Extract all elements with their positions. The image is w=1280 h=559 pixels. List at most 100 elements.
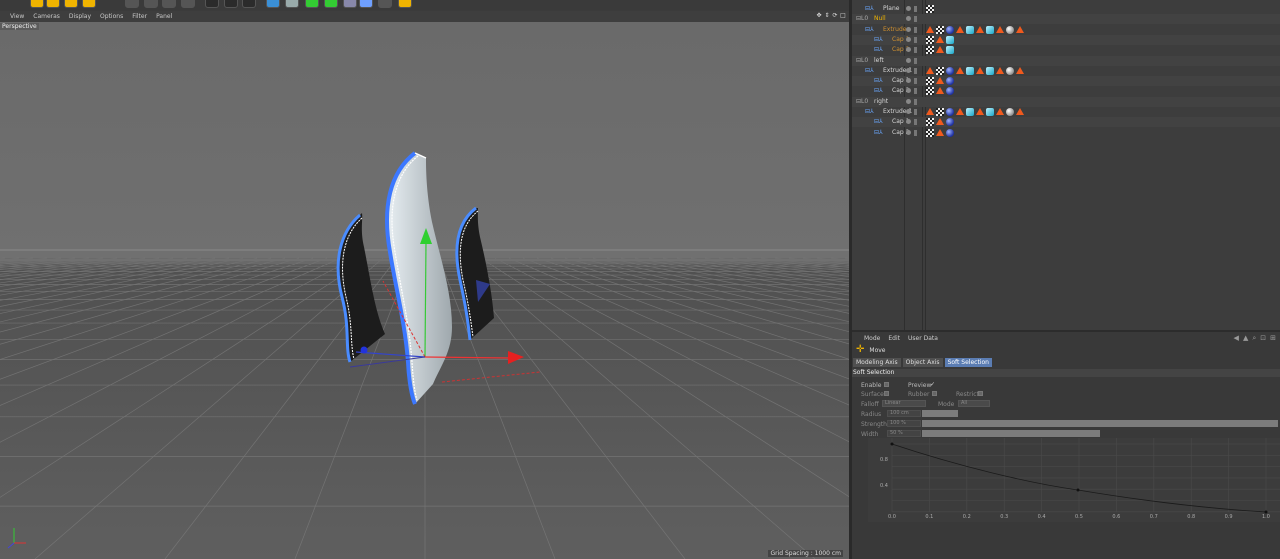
radius-slider[interactable] [922,410,958,417]
array-icon[interactable] [324,0,338,8]
tri-tag-icon[interactable] [1016,108,1024,115]
check-tag-icon[interactable] [926,87,934,96]
menu-mode[interactable]: Mode [864,335,880,344]
check-tag-icon[interactable] [936,108,944,116]
sph-tag-icon[interactable] [946,128,954,137]
sph-tag-icon[interactable] [946,118,954,127]
rubber-checkbox[interactable] [932,391,937,396]
sph-tag-icon[interactable] [946,108,954,116]
check-tag-icon[interactable] [926,35,934,44]
maximize-icon[interactable]: □ [840,12,846,19]
orbit-icon[interactable]: ⟳ [832,12,838,19]
teal-tag-icon[interactable] [966,25,974,34]
check-tag-icon[interactable] [926,118,934,127]
layer-dot-icon[interactable] [906,98,911,104]
check-tag-icon[interactable] [926,5,934,13]
3d-viewport[interactable]: Perspective Grid Spacing : 1000 cm [0,22,849,559]
tri-tag-icon[interactable] [976,25,984,33]
menu-options[interactable]: Options [100,13,123,20]
falloff-select[interactable]: Linear [882,400,926,407]
object-row[interactable]: ⊟⅄ Extrude.1 [852,107,1280,117]
z-axis-icon[interactable] [162,0,176,8]
tab-soft-selection[interactable]: Soft Selection [944,358,992,367]
curve-point-mid[interactable] [1076,488,1080,492]
object-name[interactable]: left [874,57,884,64]
teal-tag-icon[interactable] [986,66,994,75]
tri-tag-icon[interactable] [926,108,934,115]
object-name[interactable]: right [874,98,888,105]
z-axis-handle[interactable] [360,346,368,354]
pan-icon[interactable]: ✥ [816,12,822,19]
floor-icon[interactable] [359,0,373,8]
render-settings-icon[interactable] [242,0,256,8]
object-row[interactable]: ⊟⅄ Cap 2 [852,45,1280,55]
teal-tag-icon[interactable] [986,108,994,116]
object-row[interactable]: ⊟L0 Null [852,14,1280,25]
layer-dot-icon[interactable] [906,119,911,125]
layer-dot-icon[interactable] [906,47,911,53]
menu-panel[interactable]: Panel [156,13,172,20]
visibility-toggle-icon[interactable] [914,88,917,95]
sph-tag-icon[interactable] [946,25,954,34]
check-tag-icon[interactable] [926,46,934,55]
falloff-curve-graph[interactable]: 0.8 0.4 0.0 0.1 0.2 0.3 0.4 0.5 0.6 0.7 0.8 0.9 1.… [868,438,1280,522]
object-row[interactable]: ⊟⅄ Extrude.1 [852,66,1280,76]
dolly-icon[interactable]: ⇕ [824,12,830,19]
tab-modeling-axis[interactable]: Modeling Axis [853,358,901,367]
layer-dot-icon[interactable] [906,6,911,11]
surface-checkbox[interactable] [884,391,889,396]
menu-display[interactable]: Display [69,13,91,20]
x-axis-icon[interactable] [125,0,139,8]
object-row[interactable]: ⊟⅄ Cap 2 [852,128,1280,138]
new-window-icon[interactable]: ⊞ [1270,334,1276,343]
cube-icon[interactable] [266,0,280,8]
tri-tag-icon[interactable] [956,108,964,115]
layer-dot-icon[interactable] [906,26,911,32]
visibility-toggle-icon[interactable] [914,16,917,23]
tri-tag-icon[interactable] [936,128,944,136]
light-icon[interactable] [398,0,412,8]
sph-tag-icon[interactable] [946,77,954,86]
visibility-toggle-icon[interactable] [914,57,917,64]
layer-dot-icon[interactable] [906,88,911,94]
restrict-checkbox[interactable] [978,391,983,396]
tri-tag-icon[interactable] [976,66,984,74]
tri-tag-icon[interactable] [1016,25,1024,33]
tri-tag-icon[interactable] [996,66,1004,74]
object-name[interactable]: Plane [883,5,899,12]
mode-select[interactable]: All [958,400,990,407]
tab-object-axis[interactable]: Object Axis [902,358,943,367]
preview-check-icon[interactable]: ✓ [930,381,935,388]
scale-tool-icon[interactable] [46,0,60,8]
visibility-toggle-icon[interactable] [914,129,917,136]
object-row[interactable]: ⊟⅄ Cap 1 [852,76,1280,87]
tri-tag-icon[interactable] [956,66,964,74]
visibility-toggle-icon[interactable] [914,98,917,105]
visibility-toggle-icon[interactable] [914,47,917,54]
tri-tag-icon[interactable] [936,46,944,54]
menu-user-data[interactable]: User Data [908,335,938,344]
sph-tag-icon[interactable] [946,87,954,96]
check-tag-icon[interactable] [926,77,934,86]
layer-dot-icon[interactable] [906,78,911,84]
visibility-toggle-icon[interactable] [914,36,917,43]
visibility-toggle-icon[interactable] [914,78,917,85]
width-field[interactable]: 50 % [887,430,921,437]
check-tag-icon[interactable] [936,25,944,34]
tri-tag-icon[interactable] [996,108,1004,115]
tri-tag-icon[interactable] [956,25,964,33]
layer-dot-icon[interactable] [906,16,911,22]
lock-icon[interactable]: ⊡ [1260,334,1266,343]
layer-dot-icon[interactable] [906,129,911,135]
nurbs-icon[interactable] [305,0,319,8]
tri-tag-icon[interactable] [936,87,944,95]
radius-field[interactable]: 100 cm [887,410,921,417]
tri-tag-icon[interactable] [996,25,1004,33]
object-row[interactable]: ⊟⅄ Cap 2 [852,86,1280,96]
render-picture-icon[interactable] [224,0,238,8]
visibility-toggle-icon[interactable] [914,109,917,115]
object-row[interactable]: ⊟L0 right [852,96,1280,107]
object-name[interactable]: Null [874,15,886,22]
curve-point-start[interactable] [890,442,894,446]
menu-view[interactable]: View [10,13,24,20]
